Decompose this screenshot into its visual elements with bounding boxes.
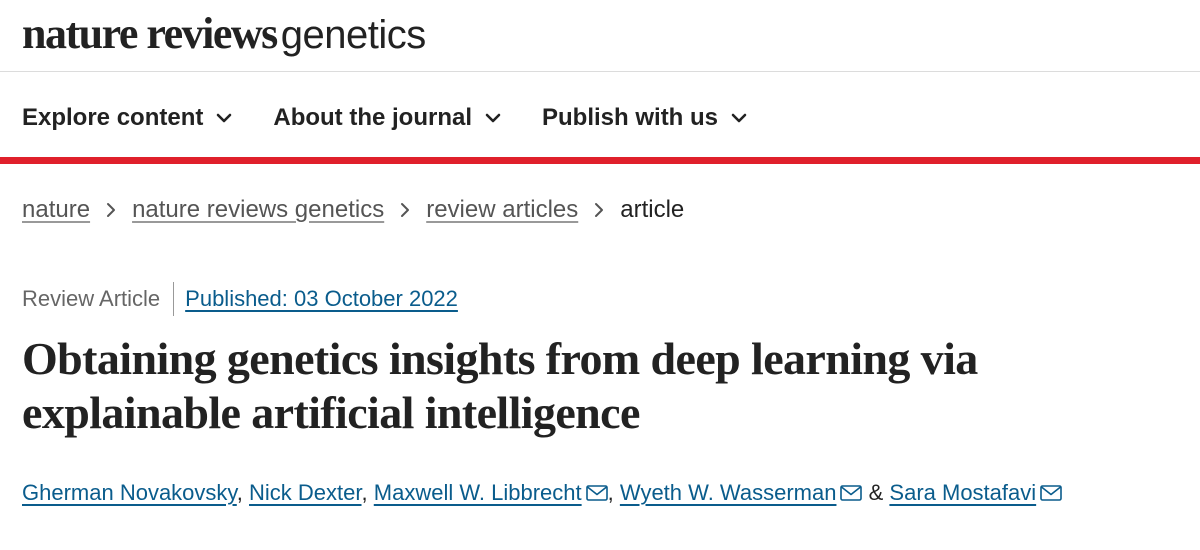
breadcrumb-nature-reviews-genetics[interactable]: nature reviews genetics	[132, 196, 384, 224]
author-link[interactable]: Sara Mostafavi	[889, 480, 1036, 505]
author-list: Gherman Novakovsky, Nick Dexter, Maxwell…	[22, 470, 1182, 516]
article-title: Obtaining genetics insights from deep le…	[22, 333, 978, 438]
header-divider	[0, 71, 1200, 72]
accent-bar	[0, 157, 1200, 164]
published-date-link[interactable]: Published: 03 October 2022	[185, 286, 458, 312]
nav-label: About the journal	[273, 104, 473, 131]
chevron-down-icon	[485, 113, 501, 123]
article-meta: Review Article Published: 03 October 202…	[22, 282, 458, 316]
author-link[interactable]: Gherman Novakovsky	[22, 480, 237, 505]
author-link[interactable]: Nick Dexter	[249, 480, 361, 505]
author-separator: ,	[361, 480, 368, 505]
author-separator: &	[868, 480, 884, 505]
chevron-right-icon	[595, 203, 604, 217]
article-type: Review Article	[22, 286, 161, 311]
logo-secondary-text: genetics	[280, 13, 426, 57]
breadcrumb-nature[interactable]: nature	[22, 196, 90, 224]
author-separator: ,	[236, 480, 243, 505]
logo-primary-text: nature reviews	[22, 9, 278, 58]
nav-explore-content[interactable]: Explore content	[22, 104, 233, 132]
author-separator: ,	[607, 480, 614, 505]
chevron-right-icon	[107, 203, 116, 217]
nav-label: Explore content	[22, 104, 204, 131]
nav-about-journal[interactable]: About the journal	[273, 104, 502, 132]
mail-icon[interactable]	[585, 485, 608, 501]
meta-divider	[173, 282, 175, 316]
chevron-down-icon	[217, 113, 232, 123]
chevron-right-icon	[401, 203, 410, 217]
nav-publish-with-us[interactable]: Publish with us	[542, 104, 748, 132]
journal-logo[interactable]: nature reviews genetics	[22, 8, 426, 58]
breadcrumb: nature nature reviews genetics review ar…	[22, 196, 684, 224]
author-link[interactable]: Maxwell W. Libbrecht	[374, 480, 582, 505]
nav-label: Publish with us	[542, 104, 719, 131]
breadcrumb-current: article	[620, 196, 685, 223]
author-link[interactable]: Wyeth W. Wasserman	[620, 480, 837, 505]
chevron-down-icon	[731, 113, 747, 123]
mail-icon[interactable]	[840, 485, 863, 501]
mail-icon[interactable]	[1040, 485, 1062, 501]
main-nav: Explore content About the journal Publis…	[22, 98, 788, 138]
breadcrumb-review-articles[interactable]: review articles	[426, 196, 578, 224]
